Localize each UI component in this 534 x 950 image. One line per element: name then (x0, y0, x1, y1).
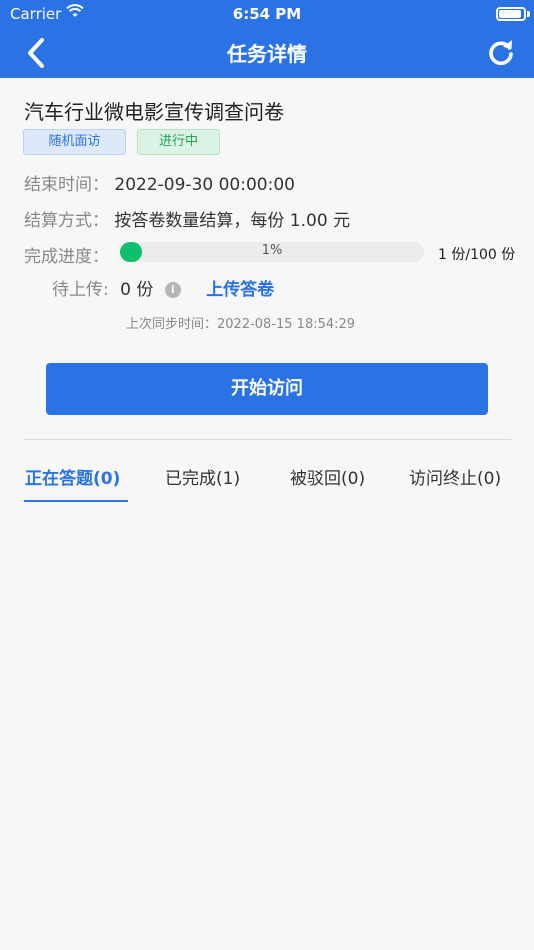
progress-percent: 1% (261, 243, 283, 258)
task-detail-panel: 汽车行业微电影宣传调查问卷 随机面访 进行中 结束时间： 2022-09-30 … (0, 78, 534, 950)
pending-upload-row: 待上传: 0 份 i 上传答卷 (52, 275, 274, 300)
progress-row: 完成进度： (24, 242, 109, 267)
settle-label: 结算方式： (24, 211, 109, 231)
progress-label: 完成进度： (24, 247, 109, 267)
nav-bar: 任务详情 (0, 28, 534, 78)
settle-value: 按答卷数量结算，每份 1.00 元 (114, 211, 351, 231)
battery-tip (527, 11, 530, 17)
battery-icon (496, 7, 526, 21)
end-time-row: 结束时间： 2022-09-30 00:00:00 (24, 170, 295, 195)
pending-value: 0 份 (120, 280, 154, 300)
settle-row: 结算方式： 按答卷数量结算，每份 1.00 元 (24, 206, 350, 231)
progress-bar: 1% (120, 242, 424, 262)
task-title: 汽车行业微电影宣传调查问卷 (24, 100, 284, 124)
progress-count: 1 份/100 份 (438, 247, 516, 263)
end-time-label: 结束时间： (24, 175, 109, 195)
tag-random-interview: 随机面访 (23, 129, 126, 155)
info-icon[interactable]: i (164, 282, 181, 298)
last-sync-time: 上次同步时间：2022-08-15 18:54:29 (126, 317, 356, 332)
answer-tabs: 正在答题(0) 已完成(1) 被驳回(0) 访问终止(0) (0, 458, 534, 502)
app-header: Carrier 6:54 PM 任务详情 (0, 0, 534, 78)
tag-status: 进行中 (137, 129, 220, 155)
tab-terminated[interactable]: 访问终止(0) (409, 464, 501, 489)
status-time: 6:54 PM (232, 5, 302, 23)
page-title: 任务详情 (227, 42, 307, 66)
status-bar: Carrier 6:54 PM (0, 0, 534, 28)
upload-answers-link[interactable]: 上传答卷 (206, 280, 274, 300)
tab-rejected[interactable]: 被驳回(0) (290, 464, 365, 489)
end-time-value: 2022-09-30 00:00:00 (114, 175, 295, 195)
tab-completed[interactable]: 已完成(1) (165, 464, 240, 489)
refresh-button[interactable] (484, 36, 518, 70)
active-tab-indicator (24, 500, 128, 502)
refresh-icon (489, 40, 513, 66)
tab-answering[interactable]: 正在答题(0) (25, 464, 120, 489)
divider (23, 439, 511, 440)
pending-label: 待上传: (52, 280, 109, 300)
start-interview-button[interactable]: 开始访问 (46, 363, 488, 415)
